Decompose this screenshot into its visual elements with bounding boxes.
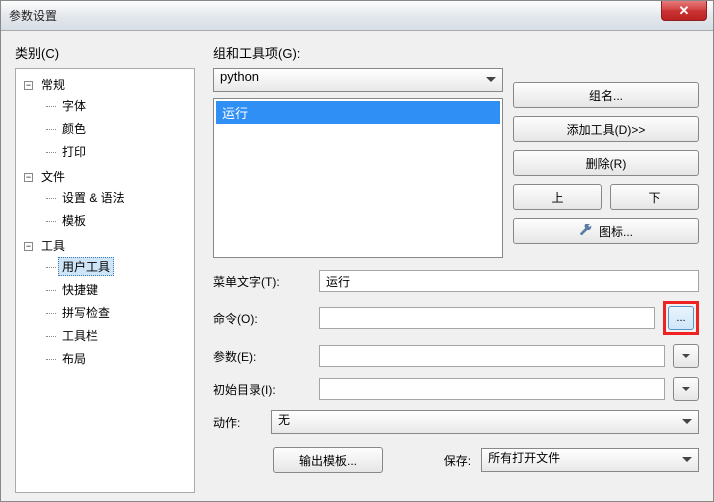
params-dropdown-button[interactable] xyxy=(673,344,699,368)
tree-node-general[interactable]: 常规 xyxy=(37,75,69,94)
dialog-window: 参数设置 ✕ 类别(C) −常规 字体 颜色 打印 −文件 xyxy=(0,0,714,502)
tree-node-color[interactable]: 颜色 xyxy=(58,119,90,138)
icon-button[interactable]: 图标... xyxy=(513,218,699,244)
tree-node-file[interactable]: 文件 xyxy=(37,167,69,186)
initdir-label: 初始目录(I): xyxy=(213,381,311,398)
content-area: 类别(C) −常规 字体 颜色 打印 −文件 设置 & 语法 模板 xyxy=(1,31,713,501)
move-up-button[interactable]: 上 xyxy=(513,184,602,210)
params-input[interactable] xyxy=(319,345,665,367)
add-tool-button[interactable]: 添加工具(D)>> xyxy=(513,116,699,142)
tree-node-toolbar[interactable]: 工具栏 xyxy=(58,326,102,345)
command-label: 命令(O): xyxy=(213,310,311,327)
tree-node-print[interactable]: 打印 xyxy=(58,142,90,161)
tree-node-layout[interactable]: 布局 xyxy=(58,349,90,368)
tree-toggle-icon[interactable]: − xyxy=(24,173,33,182)
tree-node-settings-syntax[interactable]: 设置 & 语法 xyxy=(58,188,129,207)
action-label: 动作: xyxy=(213,414,263,431)
save-select[interactable]: 所有打开文件 xyxy=(481,448,699,472)
group-select[interactable]: python xyxy=(213,68,503,92)
icon-button-label: 图标... xyxy=(599,223,633,240)
detail-panel: 组和工具项(G): python 运行 组名... 添加工具(D)>> 删除(R… xyxy=(195,43,699,493)
category-label: 类别(C) xyxy=(15,43,195,62)
tree-node-font[interactable]: 字体 xyxy=(58,96,90,115)
tree-toggle-icon[interactable]: − xyxy=(24,242,33,251)
group-row: python 运行 组名... 添加工具(D)>> 删除(R) 上 下 xyxy=(213,68,699,258)
output-template-button[interactable]: 输出模板... xyxy=(273,447,383,473)
menu-text-label: 菜单文字(T): xyxy=(213,273,311,290)
category-panel: 类别(C) −常规 字体 颜色 打印 −文件 设置 & 语法 模板 xyxy=(15,43,195,493)
titlebar: 参数设置 ✕ xyxy=(1,1,713,31)
tool-listbox[interactable]: 运行 xyxy=(213,98,503,258)
group-select-value: python xyxy=(220,69,259,84)
save-select-value: 所有打开文件 xyxy=(488,451,560,465)
group-button-col: 组名... 添加工具(D)>> 删除(R) 上 下 图标... xyxy=(513,82,699,244)
tree-toggle-icon[interactable]: − xyxy=(24,81,33,90)
group-name-button[interactable]: 组名... xyxy=(513,82,699,108)
tree-node-shortcuts[interactable]: 快捷键 xyxy=(58,280,102,299)
form-area: 菜单文字(T): 命令(O): ... 参数(E): 初始目录(I): xyxy=(213,270,699,473)
menu-text-input[interactable] xyxy=(319,270,699,292)
command-browse-button[interactable]: ... xyxy=(668,306,694,330)
highlight-box: ... xyxy=(663,301,699,335)
group-label: 组和工具项(G): xyxy=(213,43,699,62)
close-icon: ✕ xyxy=(679,3,690,19)
tree-node-tools[interactable]: 工具 xyxy=(37,236,69,255)
close-button[interactable]: ✕ xyxy=(661,1,707,21)
tree-node-spellcheck[interactable]: 拼写检查 xyxy=(58,303,114,322)
category-tree[interactable]: −常规 字体 颜色 打印 −文件 设置 & 语法 模板 −工具 xyxy=(15,68,195,493)
move-down-button[interactable]: 下 xyxy=(610,184,699,210)
command-input[interactable] xyxy=(319,307,655,329)
group-left-col: python 运行 xyxy=(213,68,503,258)
initdir-input[interactable] xyxy=(319,378,665,400)
tree-node-template[interactable]: 模板 xyxy=(58,211,90,230)
save-label: 保存: xyxy=(444,452,471,469)
window-title: 参数设置 xyxy=(9,7,57,24)
delete-button[interactable]: 删除(R) xyxy=(513,150,699,176)
wrench-icon xyxy=(579,224,593,238)
list-item[interactable]: 运行 xyxy=(216,101,500,124)
initdir-dropdown-button[interactable] xyxy=(673,377,699,401)
action-select[interactable]: 无 xyxy=(271,410,699,434)
tree-node-user-tools[interactable]: 用户工具 xyxy=(58,257,114,276)
action-select-value: 无 xyxy=(278,413,290,427)
params-label: 参数(E): xyxy=(213,348,311,365)
